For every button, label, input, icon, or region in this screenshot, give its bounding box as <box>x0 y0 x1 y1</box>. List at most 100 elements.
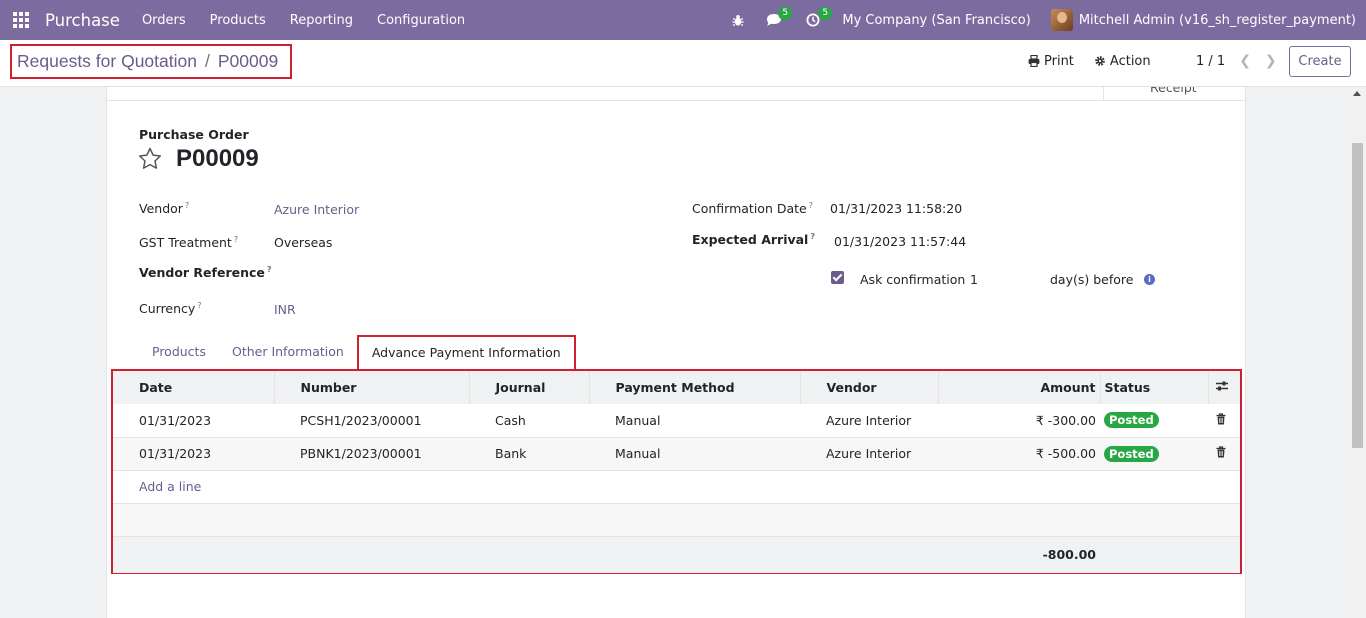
pager-value[interactable]: 1 / 1 <box>1196 54 1225 69</box>
vendor-reference-field[interactable] <box>274 265 654 281</box>
currency-field[interactable]: INR <box>274 302 296 317</box>
currency-label: Currency? <box>139 301 202 317</box>
confirmation-date-label: Confirmation Date? <box>692 201 813 217</box>
scroll-up-icon[interactable] <box>1353 91 1361 96</box>
tab-advance-payment-information[interactable]: Advance Payment Information <box>356 335 576 369</box>
trash-icon[interactable] <box>1216 446 1226 458</box>
ask-confirmation-checkbox[interactable] <box>831 271 844 284</box>
cell-payment-method: Manual <box>615 412 661 428</box>
star-icon[interactable] <box>138 147 162 170</box>
cell-amount: ₹ -500.00 <box>1035 446 1096 461</box>
menu-products[interactable]: Products <box>210 13 266 28</box>
menu-orders[interactable]: Orders <box>142 13 186 28</box>
column-number[interactable]: Number <box>274 371 470 404</box>
reminder-days-field[interactable]: 1 <box>970 272 978 287</box>
column-status[interactable]: Status <box>1100 371 1209 404</box>
app-brand[interactable]: Purchase <box>45 11 120 30</box>
info-icon[interactable]: i <box>1144 274 1155 285</box>
gear-icon <box>1095 56 1105 66</box>
apps-grid-icon <box>13 12 29 28</box>
action-button[interactable]: Action <box>1094 54 1151 69</box>
expected-arrival-label: Expected Arrival? <box>692 232 815 248</box>
messages-button[interactable]: 5 <box>766 0 793 40</box>
advance-payments-table: Date Number Journal Payment Method Vendo… <box>111 369 1242 574</box>
avatar <box>1050 9 1073 31</box>
notebook-tabs: Products Other Information Advance Payme… <box>139 335 576 369</box>
vendor-label: Vendor? <box>139 201 190 217</box>
action-label: Action <box>1109 53 1151 69</box>
column-journal[interactable]: Journal <box>469 371 590 404</box>
form-sheet: ⋯ Receipt Purchase Order P00009 Vendor? … <box>106 87 1246 618</box>
optional-columns-toggle[interactable] <box>1208 371 1240 404</box>
control-panel: Requests for Quotation / P00009 Print Ac… <box>0 40 1366 87</box>
vendor-field[interactable]: Azure Interior <box>274 202 359 217</box>
po-number-title: P00009 <box>176 145 259 172</box>
cell-journal: Bank <box>495 446 527 461</box>
cell-date: 01/31/2023 <box>139 446 212 461</box>
column-date[interactable]: Date <box>113 371 275 404</box>
status-badge: Posted <box>1104 445 1159 462</box>
trash-icon[interactable] <box>1216 413 1226 425</box>
gst-treatment-field[interactable]: Overseas <box>274 235 332 250</box>
create-button[interactable]: Create <box>1289 46 1351 77</box>
column-amount[interactable]: Amount <box>938 371 1101 404</box>
total-amount: -800.00 <box>1042 547 1096 563</box>
table-row[interactable]: 01/31/2023 PCSH1/2023/00001 Cash Manual … <box>113 404 1240 437</box>
receipt-label: Receipt <box>1150 87 1197 95</box>
table-header-row: Date Number Journal Payment Method Vendo… <box>113 371 1240 404</box>
ask-confirmation-label: Ask confirmation <box>860 272 966 287</box>
cell-vendor: Azure Interior <box>826 412 912 428</box>
column-payment-method[interactable]: Payment Method <box>589 371 801 404</box>
pager: 1 / 1 ❮ ❯ <box>1196 40 1277 82</box>
truck-icon: ⋯ <box>1124 87 1137 93</box>
cell-amount: ₹ -300.00 <box>1035 412 1096 428</box>
debug-button[interactable] <box>732 0 744 40</box>
smart-button-bar: ⋯ Receipt <box>107 87 1245 101</box>
breadcrumb: Requests for Quotation / P00009 <box>10 44 293 79</box>
column-vendor[interactable]: Vendor <box>800 371 939 404</box>
vendor-reference-label: Vendor Reference? <box>139 265 272 281</box>
status-badge: Posted <box>1104 412 1159 429</box>
tab-other-information[interactable]: Other Information <box>219 335 357 369</box>
menu-reporting[interactable]: Reporting <box>290 13 353 28</box>
top-navbar: Purchase Orders Products Reporting Confi… <box>0 0 1366 40</box>
sliders-icon <box>1215 381 1228 391</box>
days-before-label: day(s) before <box>1050 272 1134 287</box>
breadcrumb-rfq-link[interactable]: Requests for Quotation <box>17 51 197 72</box>
table-row[interactable]: 01/31/2023 PBNK1/2023/00001 Bank Manual … <box>113 437 1240 470</box>
add-line-link[interactable]: Add a line <box>139 479 201 494</box>
activities-count-badge: 5 <box>818 7 833 20</box>
print-icon <box>1028 55 1040 67</box>
cell-journal: Cash <box>495 412 526 428</box>
cell-date: 01/31/2023 <box>139 412 212 428</box>
gst-treatment-label: GST Treatment? <box>139 235 239 251</box>
messages-count-badge: 5 <box>778 7 793 20</box>
pager-next-icon[interactable]: ❯ <box>1265 53 1277 69</box>
breadcrumb-separator: / <box>204 51 210 71</box>
user-menu[interactable]: Mitchell Admin (v16_sh_register_payment) <box>1050 9 1356 31</box>
cell-payment-method: Manual <box>615 446 661 461</box>
bug-icon <box>732 14 744 26</box>
apps-menu-button[interactable] <box>13 0 45 40</box>
empty-row <box>113 503 1240 536</box>
activities-button[interactable]: 5 <box>806 0 833 40</box>
print-label: Print <box>1044 53 1074 69</box>
pager-prev-icon[interactable]: ❮ <box>1239 53 1251 69</box>
scrollbar-thumb[interactable] <box>1352 143 1363 448</box>
cell-number: PBNK1/2023/00001 <box>300 446 422 461</box>
breadcrumb-current: P00009 <box>217 51 279 71</box>
cell-number: PCSH1/2023/00001 <box>300 412 422 428</box>
company-switcher[interactable]: My Company (San Francisco) <box>842 13 1030 28</box>
tab-products[interactable]: Products <box>139 335 219 369</box>
totals-row: -800.00 <box>113 536 1240 573</box>
cell-vendor: Azure Interior <box>826 446 912 461</box>
add-line-row: Add a line <box>113 470 1240 503</box>
print-button[interactable]: Print <box>1028 54 1074 69</box>
document-type-label: Purchase Order <box>139 127 249 142</box>
menu-configuration[interactable]: Configuration <box>377 13 465 28</box>
user-name: Mitchell Admin (v16_sh_register_payment) <box>1078 12 1356 28</box>
expected-arrival-field[interactable]: 01/31/2023 11:57:44 <box>834 234 966 249</box>
receipt-smart-button[interactable]: ⋯ Receipt <box>1103 87 1245 101</box>
confirmation-date-field[interactable]: 01/31/2023 11:58:20 <box>830 201 962 216</box>
page-scrollbar[interactable] <box>1349 87 1366 618</box>
